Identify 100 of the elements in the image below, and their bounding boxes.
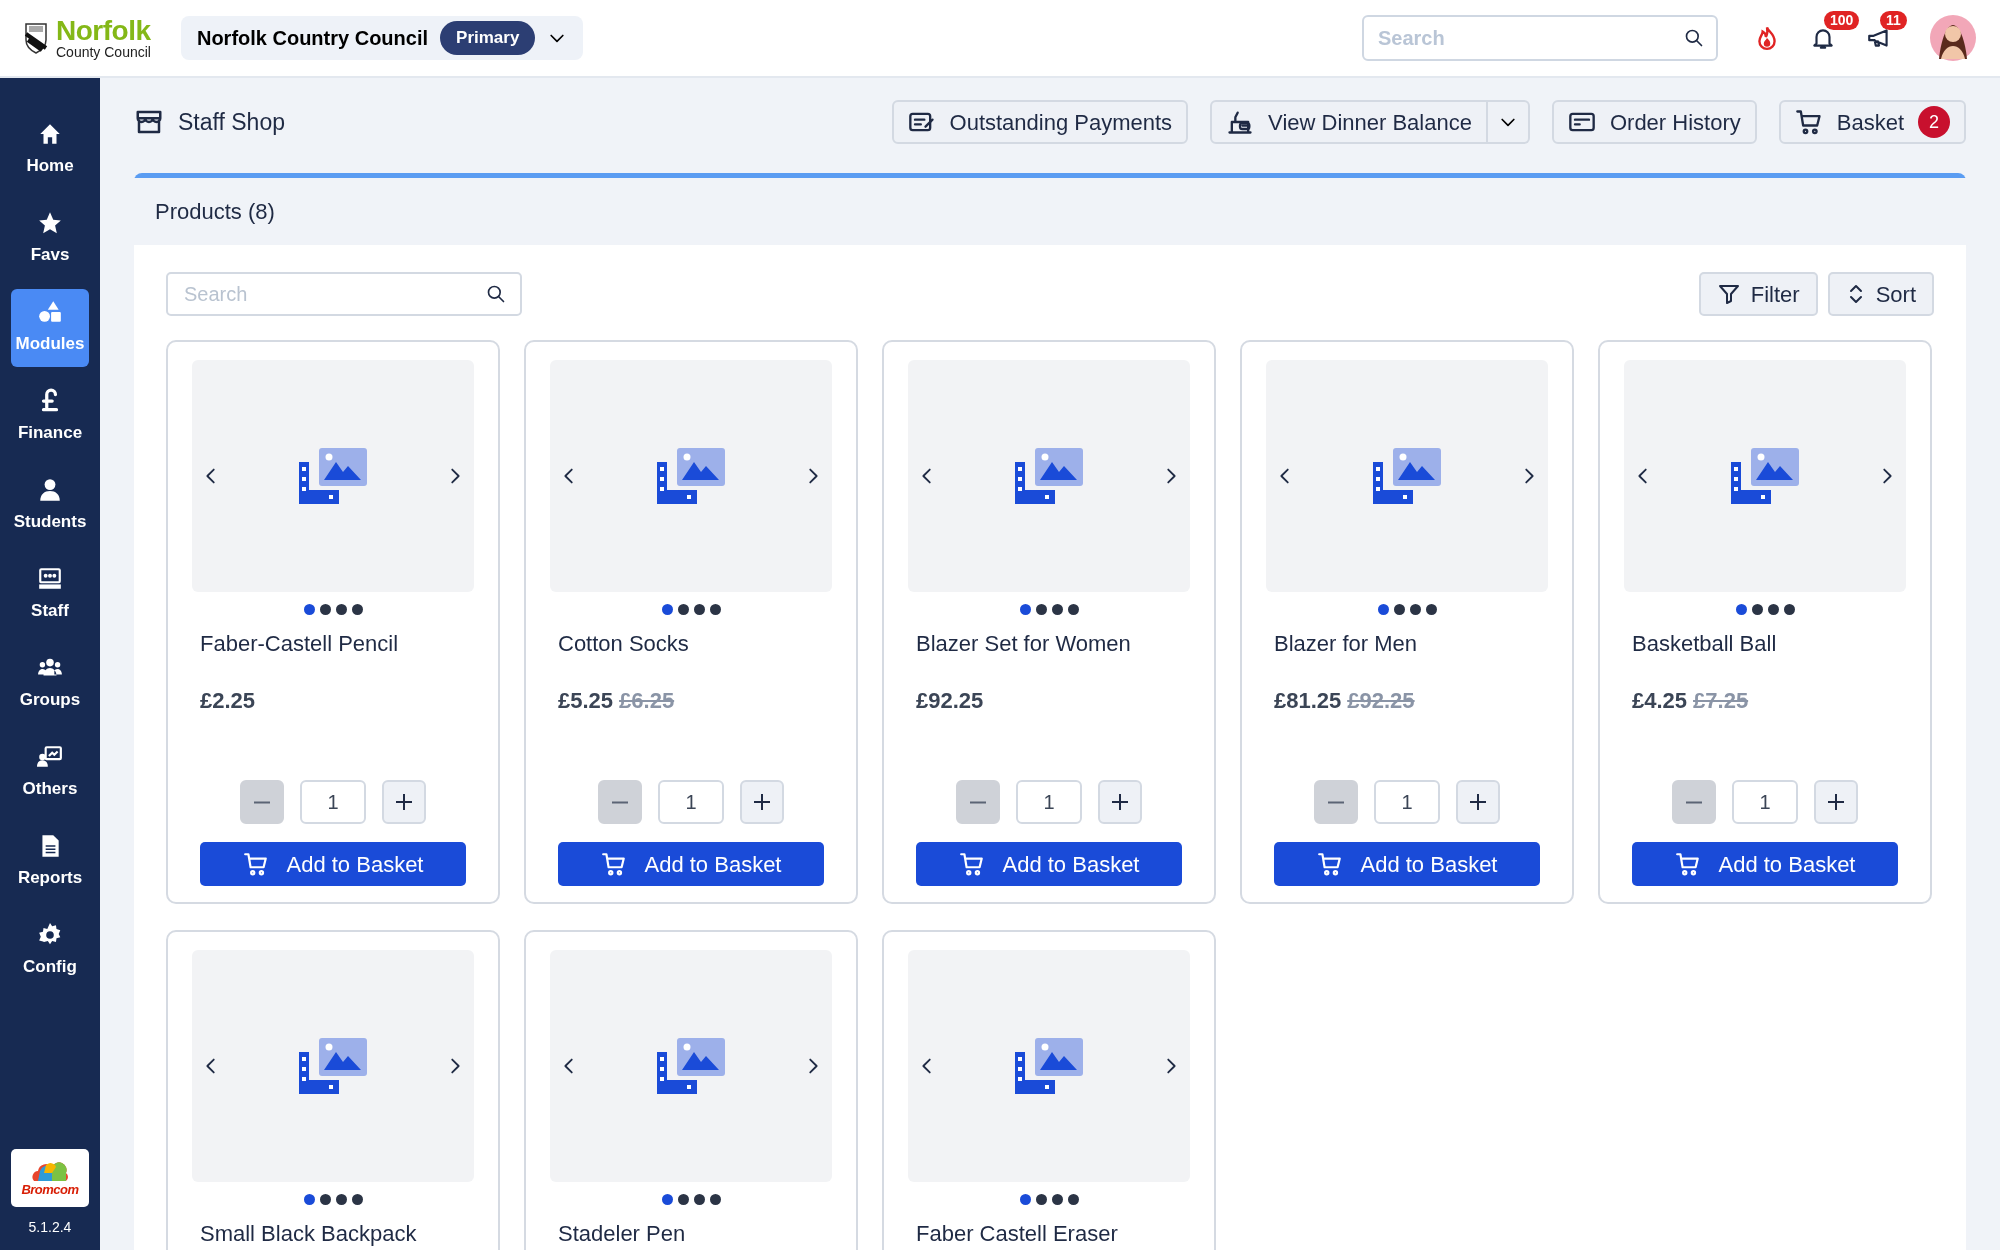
carousel-dot[interactable] <box>351 1194 363 1205</box>
image-placeholder-icon <box>1015 1038 1083 1094</box>
carousel-dot[interactable] <box>1051 604 1063 615</box>
carousel-dot[interactable] <box>1051 1194 1063 1205</box>
logo-subtitle: County Council <box>56 45 151 59</box>
add-to-basket-button[interactable]: Add to Basket <box>916 842 1182 886</box>
carousel-dot[interactable] <box>1035 604 1047 615</box>
search-field[interactable]: Search <box>166 272 522 316</box>
filter-icon <box>1716 282 1741 306</box>
sidebar-item[interactable]: Groups <box>11 645 89 723</box>
price-text: £92.25 <box>916 687 984 715</box>
image-placeholder-icon <box>657 1038 725 1094</box>
carousel-dot[interactable] <box>661 1194 673 1205</box>
minus-icon <box>610 800 630 804</box>
carousel-dot[interactable] <box>1067 1194 1079 1205</box>
product-name: Basketball Ball <box>1631 630 1778 658</box>
filter-button[interactable]: Filter <box>1698 272 1818 316</box>
carousel-dot[interactable] <box>303 1194 315 1205</box>
image-placeholder-icon <box>1015 448 1083 504</box>
product-name: Small Black Backpack <box>199 1220 418 1248</box>
carousel-dot[interactable] <box>1067 604 1079 615</box>
cart-icon <box>600 851 627 877</box>
image-placeholder-icon <box>657 448 725 504</box>
carousel-dot[interactable] <box>709 604 721 615</box>
increase-button[interactable] <box>1814 780 1858 824</box>
carousel-dot[interactable] <box>1735 604 1747 615</box>
carousel-dot[interactable] <box>1767 604 1779 615</box>
carousel-dot[interactable] <box>351 604 363 615</box>
action-button[interactable]: Order History <box>1551 100 1757 144</box>
carousel-dot[interactable] <box>335 1194 347 1205</box>
increase-button[interactable] <box>1456 780 1500 824</box>
plus-icon <box>394 792 414 812</box>
carousel-dot[interactable] <box>677 1194 689 1205</box>
product-name: Faber-Castell Pencil <box>199 630 400 658</box>
quantity-field[interactable]: 1 <box>1016 780 1082 824</box>
person-icon <box>37 477 63 504</box>
increase-button[interactable] <box>740 780 784 824</box>
search-input[interactable]: Search <box>182 278 486 310</box>
action-button[interactable]: Basket 2 <box>1778 100 1966 144</box>
carousel-dot[interactable] <box>1393 604 1405 615</box>
crest-icon <box>24 22 48 54</box>
avatar[interactable] <box>1930 15 1976 61</box>
increase-button[interactable] <box>382 780 426 824</box>
search-field[interactable]: Search <box>1362 15 1718 61</box>
quantity-field[interactable]: 1 <box>300 780 366 824</box>
carousel-dot[interactable] <box>303 604 315 615</box>
organisation-name: Norfolk Country Council <box>196 26 429 51</box>
product-name: Stadeler Pen <box>557 1220 687 1248</box>
sidebar-item[interactable]: Students <box>11 467 89 545</box>
organisation-selector[interactable]: Norfolk Country Council Primary <box>180 16 584 60</box>
sidebar-item[interactable]: Reports <box>11 823 89 901</box>
lunch-tray-icon <box>1226 108 1255 136</box>
quantity-field[interactable]: 1 <box>1732 780 1798 824</box>
carousel-dot[interactable] <box>319 1194 331 1205</box>
sidebar-item[interactable]: Favs <box>11 200 89 278</box>
plus-icon <box>752 792 772 812</box>
carousel-dot[interactable] <box>1425 604 1437 615</box>
plus-icon <box>1826 792 1846 812</box>
sort-button[interactable]: Sort <box>1827 272 1934 316</box>
sidebar-item[interactable]: Finance <box>11 378 89 456</box>
carousel-dot[interactable] <box>677 604 689 615</box>
add-to-basket-button[interactable]: Add to Basket <box>558 842 824 886</box>
carousel-dot[interactable] <box>1019 1194 1031 1205</box>
phase-badge: Primary <box>440 21 536 55</box>
increase-button[interactable] <box>1098 780 1142 824</box>
add-to-basket-button[interactable]: Add to Basket <box>1632 842 1898 886</box>
carousel-dot[interactable] <box>693 604 705 615</box>
search-input[interactable]: Search <box>1376 22 1684 54</box>
image-placeholder-icon <box>299 448 367 504</box>
sidebar-item[interactable]: Config <box>11 912 89 990</box>
carousel-dot[interactable] <box>1409 604 1421 615</box>
carousel-dot[interactable] <box>1035 1194 1047 1205</box>
carousel-dot[interactable] <box>661 604 673 615</box>
sidebar-item[interactable]: Others <box>11 734 89 812</box>
page-title: Staff Shop <box>178 107 285 137</box>
old-price-text: £7.25 <box>1693 687 1749 715</box>
cart-icon <box>1316 851 1343 877</box>
carousel-dot[interactable] <box>1019 604 1031 615</box>
quantity-field[interactable]: 1 <box>658 780 724 824</box>
carousel-dot[interactable] <box>1751 604 1763 615</box>
quantity-field[interactable]: 1 <box>1374 780 1440 824</box>
sidebar-item[interactable]: Staff <box>11 556 89 634</box>
action-button[interactable]: Outstanding Payments <box>891 100 1189 144</box>
price-text: £5.25 <box>558 687 614 715</box>
notification-badge: 11 <box>1880 11 1907 30</box>
add-to-basket-button[interactable]: Add to Basket <box>200 842 466 886</box>
carousel-dot[interactable] <box>709 1194 721 1205</box>
cart-icon <box>1674 851 1701 877</box>
carousel-dot[interactable] <box>1377 604 1389 615</box>
carousel-dot[interactable] <box>693 1194 705 1205</box>
carousel-dot[interactable] <box>1783 604 1795 615</box>
product-name: Blazer Set for Women <box>915 630 1132 658</box>
carousel-dot[interactable] <box>335 604 347 615</box>
version-text: 5.1.2.4 <box>28 1218 72 1237</box>
price-text: £4.25 <box>1632 687 1688 715</box>
action-button[interactable]: View Dinner Balance <box>1210 100 1488 144</box>
add-to-basket-button[interactable]: Add to Basket <box>1274 842 1540 886</box>
carousel-dot[interactable] <box>319 604 331 615</box>
sidebar-item[interactable]: Home <box>11 111 89 189</box>
dropdown-toggle-button[interactable] <box>1487 100 1530 144</box>
